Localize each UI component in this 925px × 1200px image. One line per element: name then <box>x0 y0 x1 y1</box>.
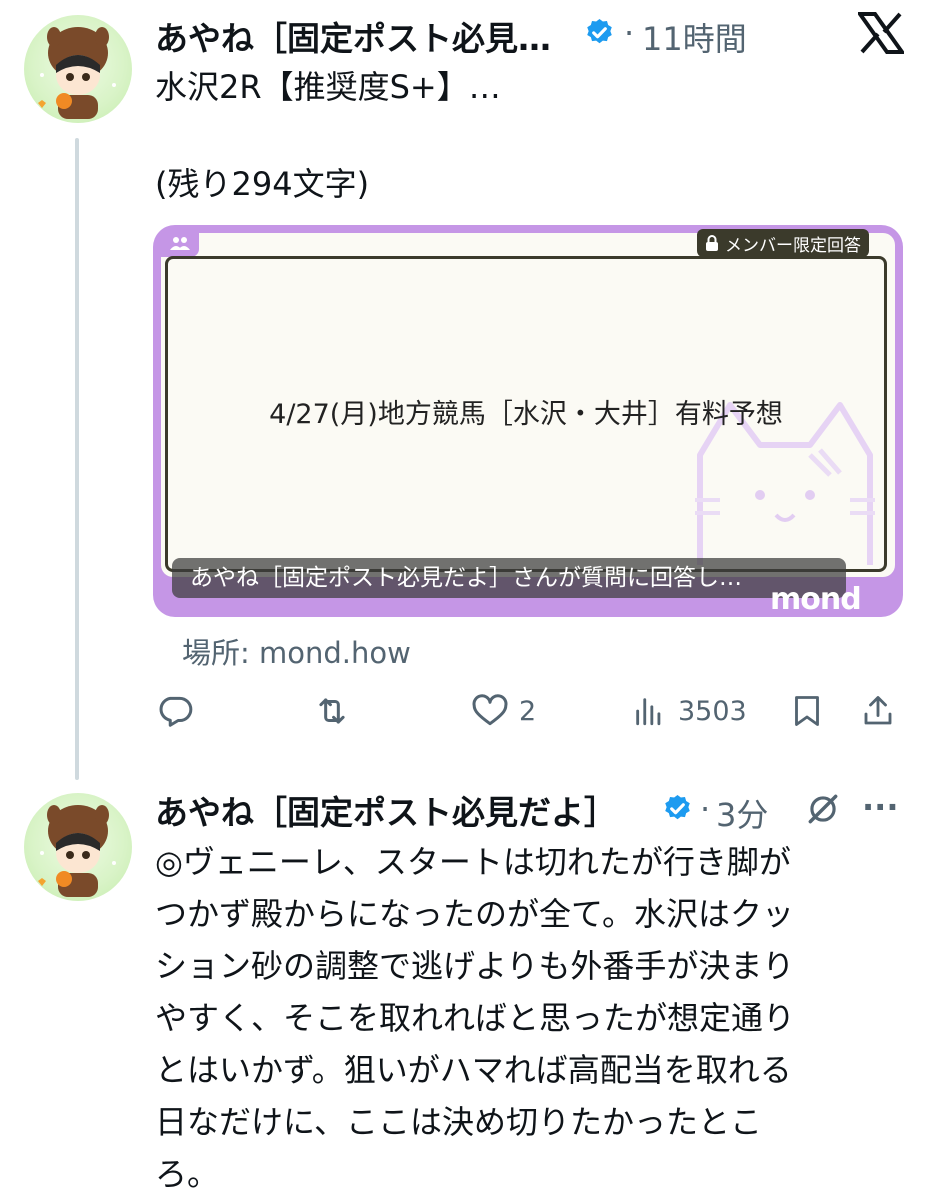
mond-logo: mond <box>770 582 862 617</box>
x-logo-icon[interactable] <box>856 12 906 58</box>
post-text: 水沢2R【推奨度S+】… <box>155 68 501 106</box>
more-options-button[interactable]: ··· <box>862 788 898 826</box>
members-only-badge: メンバー限定回答 <box>697 229 869 257</box>
post-line: ◎ヴェニーレ、スタートは切れたが行き脚が <box>155 843 791 881</box>
author-name[interactable]: あやね［固定ポスト必見だよ］ <box>155 786 617 834</box>
post-line: つかず殿からになったのが全て。水沢はクッ <box>155 895 795 933</box>
repost-button[interactable] <box>312 692 352 730</box>
card-title: 4/27(月)地方競馬［水沢・大井］有料予想 <box>269 399 783 430</box>
heart-icon <box>472 694 508 726</box>
post-line: ろ。 <box>155 1155 220 1193</box>
view-count: 3503 <box>678 695 747 727</box>
avatar[interactable] <box>24 15 132 123</box>
thread-line <box>75 138 79 780</box>
share-icon <box>864 696 892 725</box>
post-line: とはいかず。狙いがハマれば高配当を取れる <box>155 1051 792 1089</box>
like-button[interactable]: 2 <box>471 692 536 730</box>
share-button[interactable] <box>860 692 896 730</box>
verified-badge-icon <box>584 17 615 52</box>
post-time[interactable]: 3分 <box>716 790 768 836</box>
author-name[interactable]: あやね［固定ポスト必見… <box>155 12 551 60</box>
verified-badge-icon <box>662 793 693 828</box>
separator: · <box>624 14 635 52</box>
remaining-chars: (残り294文字) <box>155 165 370 203</box>
like-count: 2 <box>519 695 537 727</box>
repost-icon <box>319 698 345 724</box>
card-source[interactable]: 場所: mond.how <box>182 630 411 672</box>
separator: · <box>700 790 711 828</box>
post-line: 日なだけに、ここは決め切りたかったとこ <box>155 1103 763 1141</box>
members-only-label: メンバー限定回答 <box>725 235 861 256</box>
reply-icon <box>159 696 193 727</box>
people-icon <box>161 229 199 257</box>
post-body: ◎ヴェニーレ、スタートは切れたが行き脚が つかず殿からになったのが全て。水沢はク… <box>155 836 795 1200</box>
edit-icon[interactable] <box>804 790 842 832</box>
post-time[interactable]: 11時間 <box>642 14 747 60</box>
post-line: やすく、そこを取れればと思ったが想定通り <box>155 999 796 1037</box>
views-button[interactable]: 3503 <box>632 692 747 730</box>
avatar[interactable] <box>24 793 132 901</box>
views-icon <box>636 698 661 726</box>
bookmark-button[interactable] <box>789 692 825 730</box>
reply-button[interactable] <box>156 692 194 730</box>
post-line: ション砂の調整で逃げよりも外番手が決まり <box>155 947 795 985</box>
bookmark-icon <box>795 696 819 726</box>
card-caption: あやね［固定ポスト必見だよ］さんが質問に回答し… <box>172 558 846 598</box>
lock-icon <box>706 235 718 251</box>
